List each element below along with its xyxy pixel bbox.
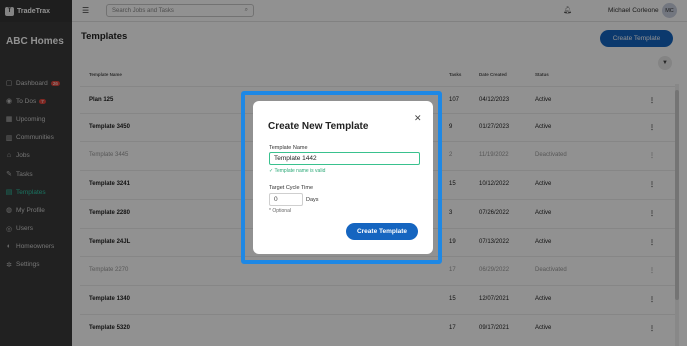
cycle-time-input[interactable]: 0 (269, 193, 303, 206)
close-icon[interactable]: ✕ (414, 113, 422, 124)
dialog-title: Create New Template (268, 121, 369, 132)
dialog-create-template-button[interactable]: Create Template (346, 223, 418, 240)
optional-note: * Optional (269, 208, 291, 214)
create-template-dialog: Create New Template ✕ Template Name Temp… (253, 101, 433, 254)
template-name-input[interactable]: Template 1442 (269, 152, 420, 165)
validation-message: ✓ Template name is valid (269, 168, 326, 174)
cycle-time-label: Target Cycle Time (269, 185, 314, 191)
template-name-label: Template Name (269, 145, 308, 151)
days-label: Days (306, 197, 319, 203)
